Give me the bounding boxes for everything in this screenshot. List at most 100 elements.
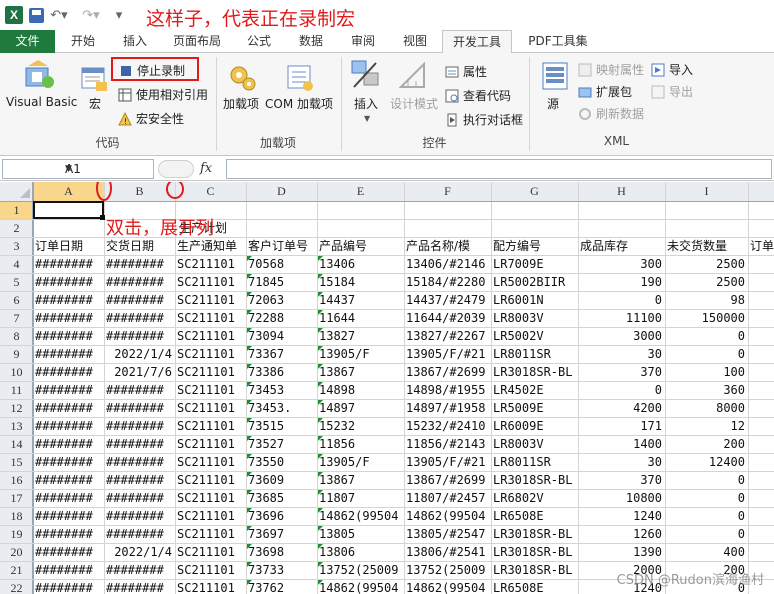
table-cell[interactable]: SC211101 xyxy=(175,309,246,327)
table-cell[interactable]: LR7009E xyxy=(491,255,578,273)
table-cell[interactable]: 13867/#2699 xyxy=(404,471,491,489)
table-cell[interactable]: SC211101 xyxy=(175,579,246,594)
export-button[interactable]: 导出 xyxy=(651,83,693,100)
tab-insert[interactable]: 插入 xyxy=(112,30,158,53)
row-header[interactable]: 12 xyxy=(0,399,33,417)
table-cell[interactable]: SC211101 xyxy=(175,471,246,489)
macro-security-button[interactable]: ! 宏安全性 xyxy=(118,110,184,127)
table-cell[interactable]: LR3018SR-BL xyxy=(491,471,578,489)
name-box-dropdown-icon[interactable]: ▼ xyxy=(65,164,149,174)
table-cell[interactable]: ######## xyxy=(104,273,175,291)
table-cell[interactable]: 30 xyxy=(578,453,665,471)
customize-quick-access-icon[interactable]: ▾ xyxy=(112,5,126,25)
table-cell[interactable]: SC211101 xyxy=(175,327,246,345)
table-cell[interactable]: 70568 xyxy=(246,255,317,273)
table-cell[interactable]: ######## xyxy=(33,507,104,525)
table-cell[interactable]: 11644/#2039 xyxy=(404,309,491,327)
table-cell[interactable]: SC211101 xyxy=(175,525,246,543)
table-cell[interactable]: 14862(99504 xyxy=(404,507,491,525)
table-cell[interactable]: SC211101 xyxy=(175,561,246,579)
table-cell[interactable]: 4200 xyxy=(578,399,665,417)
table-cell[interactable]: ######## xyxy=(33,255,104,273)
map-properties-button[interactable]: 映射属性 xyxy=(578,61,644,78)
table-cell[interactable]: 0 xyxy=(665,345,748,363)
table-cell[interactable]: LR3018SR-BL xyxy=(491,543,578,561)
table-cell[interactable]: 72288 xyxy=(246,309,317,327)
column-header-h[interactable]: H xyxy=(578,182,665,201)
table-cell[interactable]: ######## xyxy=(33,345,104,363)
table-cell[interactable]: ######## xyxy=(104,471,175,489)
table-cell[interactable]: 8000 xyxy=(665,399,748,417)
table-cell[interactable]: ######## xyxy=(33,273,104,291)
expansion-packs-button[interactable]: 扩展包 xyxy=(578,83,632,100)
table-cell[interactable]: 73094 xyxy=(246,327,317,345)
tab-home[interactable]: 开始 xyxy=(60,30,106,53)
table-cell[interactable]: 12400 xyxy=(665,453,748,471)
use-relative-references-button[interactable]: 使用相对引用 xyxy=(118,86,208,103)
view-code-button[interactable]: 查看代码 xyxy=(445,87,511,104)
table-cell[interactable]: ######## xyxy=(33,291,104,309)
table-cell[interactable]: ######## xyxy=(104,309,175,327)
table-cell[interactable]: 1240 xyxy=(578,507,665,525)
table-cell[interactable]: ######## xyxy=(33,453,104,471)
table-cell[interactable]: 1260 xyxy=(578,525,665,543)
table-cell[interactable]: 73453. xyxy=(246,399,317,417)
table-cell[interactable]: 190 xyxy=(578,273,665,291)
table-cell[interactable]: ######## xyxy=(104,561,175,579)
table-cell[interactable]: 200 xyxy=(665,435,748,453)
table-header-cell[interactable]: 产品编号 xyxy=(317,237,404,255)
insert-dropdown-icon[interactable]: ▼ xyxy=(364,114,370,123)
table-cell[interactable]: SC211101 xyxy=(175,453,246,471)
import-button[interactable]: 导入 xyxy=(651,61,693,78)
table-cell[interactable]: 15184/#2280 xyxy=(404,273,491,291)
table-cell[interactable]: 13406/#2146 xyxy=(404,255,491,273)
table-cell[interactable]: LR5009E xyxy=(491,399,578,417)
table-cell[interactable]: 13867/#2699 xyxy=(404,363,491,381)
table-cell[interactable]: 73367 xyxy=(246,345,317,363)
table-cell[interactable]: 13752(25009 xyxy=(404,561,491,579)
table-cell[interactable]: 73698 xyxy=(246,543,317,561)
column-header-g[interactable]: G xyxy=(491,182,578,201)
table-cell[interactable]: 370 xyxy=(578,363,665,381)
table-cell[interactable]: SC211101 xyxy=(175,273,246,291)
table-cell[interactable]: LR8011SR xyxy=(491,453,578,471)
table-cell[interactable]: ######## xyxy=(33,489,104,507)
table-header-cell[interactable]: 客户订单号 xyxy=(246,237,317,255)
table-cell[interactable]: 14862(99504 xyxy=(317,507,404,525)
table-cell[interactable]: ######## xyxy=(33,381,104,399)
table-cell[interactable]: 73527 xyxy=(246,435,317,453)
table-cell[interactable]: SC211101 xyxy=(175,363,246,381)
table-cell[interactable]: ######## xyxy=(104,399,175,417)
table-cell[interactable]: 14437 xyxy=(317,291,404,309)
table-cell[interactable]: 13806/#2541 xyxy=(404,543,491,561)
table-cell[interactable]: 15184 xyxy=(317,273,404,291)
row-header[interactable]: 18 xyxy=(0,507,33,525)
table-cell[interactable]: 11856/#2143 xyxy=(404,435,491,453)
table-cell[interactable]: 0 xyxy=(578,381,665,399)
table-cell[interactable]: ######## xyxy=(104,255,175,273)
table-cell[interactable]: 2500 xyxy=(665,273,748,291)
table-cell[interactable]: 370 xyxy=(578,471,665,489)
table-cell[interactable]: 400 xyxy=(665,543,748,561)
table-cell[interactable]: 11856 xyxy=(317,435,404,453)
row-header[interactable]: 5 xyxy=(0,273,33,291)
column-header-a[interactable]: A xyxy=(33,182,104,201)
table-cell[interactable]: ######## xyxy=(104,507,175,525)
table-cell[interactable]: SC211101 xyxy=(175,507,246,525)
table-cell[interactable]: ######## xyxy=(33,525,104,543)
table-cell[interactable]: 10800 xyxy=(578,489,665,507)
row-header[interactable]: 20 xyxy=(0,543,33,561)
table-cell[interactable]: 15232 xyxy=(317,417,404,435)
table-cell[interactable]: 360 xyxy=(665,381,748,399)
table-header-cell[interactable]: 配方编号 xyxy=(491,237,578,255)
row-header[interactable]: 8 xyxy=(0,327,33,345)
table-cell[interactable]: LR3018SR-BL xyxy=(491,525,578,543)
row-header[interactable]: 21 xyxy=(0,561,33,579)
table-cell[interactable]: 1390 xyxy=(578,543,665,561)
table-cell[interactable]: SC211101 xyxy=(175,255,246,273)
table-cell[interactable]: 15232/#2410 xyxy=(404,417,491,435)
table-cell[interactable]: ######## xyxy=(33,543,104,561)
table-cell[interactable]: SC211101 xyxy=(175,543,246,561)
table-cell[interactable]: 3000 xyxy=(578,327,665,345)
column-header-f[interactable]: F xyxy=(404,182,491,201)
